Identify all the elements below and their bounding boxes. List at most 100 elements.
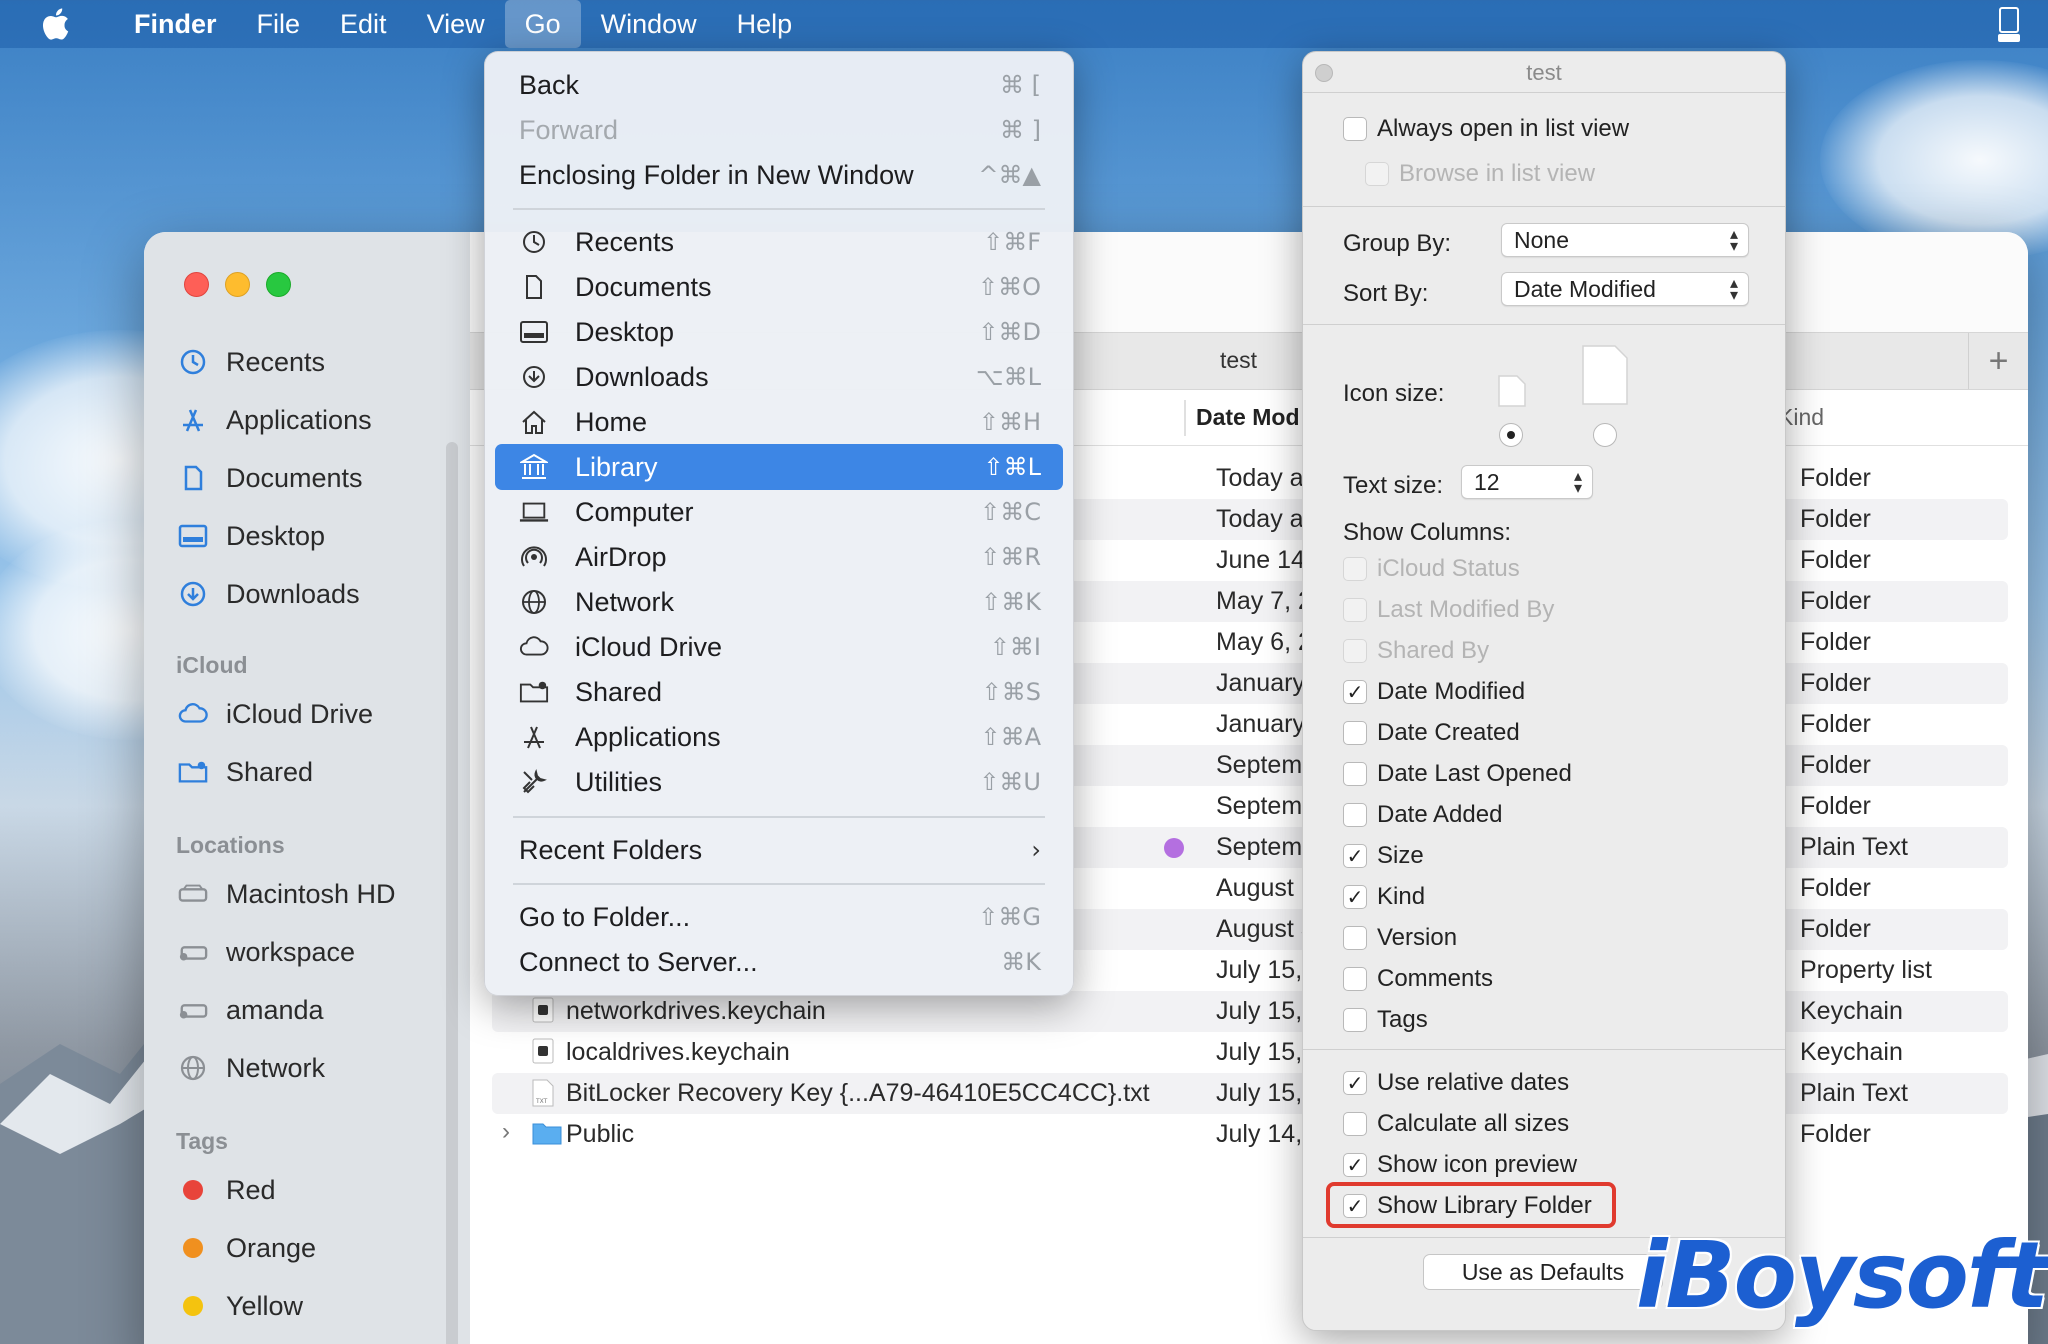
sidebar-item-tag-orange[interactable]: Orange xyxy=(178,1228,316,1268)
sidebar-item-downloads[interactable]: Downloads xyxy=(178,574,360,614)
file-date: July 15, xyxy=(1216,956,1303,984)
sidebar-item-documents[interactable]: Documents xyxy=(178,458,363,498)
new-tab-button[interactable]: + xyxy=(1968,333,2028,389)
sidebar-item-workspace[interactable]: workspace xyxy=(178,932,355,972)
close-button[interactable] xyxy=(184,272,209,297)
column-date-modified[interactable]: Date Mod xyxy=(1196,404,1300,431)
sidebar-item-macintosh-hd[interactable]: Macintosh HD xyxy=(178,874,396,914)
menu-separator xyxy=(513,208,1045,210)
menu-window[interactable]: Window xyxy=(581,0,717,48)
column-checkbox-date-modified[interactable]: ✓ Date Modified xyxy=(1343,675,1525,709)
option-checkbox-calculate-all-sizes[interactable]: Calculate all sizes xyxy=(1343,1107,1569,1141)
shortcut-label: ⌘ ] xyxy=(1000,116,1041,144)
sidebar-item-amanda[interactable]: amanda xyxy=(178,990,324,1030)
shortcut-label: ⇧⌘A xyxy=(980,723,1041,751)
column-checkbox-date-created[interactable]: Date Created xyxy=(1343,716,1520,750)
minimize-button[interactable] xyxy=(225,272,250,297)
file-date: August 1 xyxy=(1216,874,1315,902)
checkbox-label: Last Modified By xyxy=(1377,596,1555,623)
menu-item-utilities[interactable]: Utilities ⇧⌘U xyxy=(495,759,1063,805)
checkbox-label: Version xyxy=(1377,924,1458,951)
shortcut-label: ⇧⌘H xyxy=(978,408,1041,436)
menu-help[interactable]: Help xyxy=(717,0,813,48)
group-by-select[interactable]: None ▴ ▾ xyxy=(1501,223,1749,257)
file-name: localdrives.keychain xyxy=(566,1038,790,1066)
file-name: networkdrives.keychain xyxy=(566,997,826,1025)
icon-size-large-radio[interactable] xyxy=(1593,423,1617,447)
use-as-defaults-button[interactable]: Use as Defaults xyxy=(1423,1254,1663,1290)
menu-item-go-to-folder[interactable]: Go to Folder... ⇧⌘G xyxy=(495,894,1063,940)
tab-test[interactable]: test xyxy=(1220,347,1257,374)
column-checkbox-shared-by[interactable]: Shared By xyxy=(1343,634,1489,668)
menu-item-shared[interactable]: Shared ⇧⌘S xyxy=(495,669,1063,715)
menu-finder[interactable]: Finder xyxy=(114,0,237,48)
menu-item-applications[interactable]: Applications ⇧⌘A xyxy=(495,714,1063,760)
menu-item-downloads[interactable]: Downloads ⌥⌘L xyxy=(495,354,1063,400)
icon-size-small-radio[interactable] xyxy=(1499,423,1523,447)
option-checkbox-use-relative-dates[interactable]: ✓ Use relative dates xyxy=(1343,1066,1569,1100)
menu-item-network[interactable]: Network ⇧⌘K xyxy=(495,579,1063,625)
sort-by-label: Sort By: xyxy=(1343,280,1429,307)
menu-go[interactable]: Go xyxy=(504,0,581,48)
column-checkbox-size[interactable]: ✓ Size xyxy=(1343,839,1424,873)
sidebar-item-tag-yellow[interactable]: Yellow xyxy=(178,1286,303,1326)
menu-item-forward[interactable]: Forward ⌘ ] xyxy=(495,107,1063,153)
menu-item-home[interactable]: Home ⇧⌘H xyxy=(495,399,1063,445)
column-checkbox-comments[interactable]: Comments xyxy=(1343,962,1493,996)
zoom-button[interactable] xyxy=(266,272,291,297)
sidebar-item-recents[interactable]: Recents xyxy=(178,342,325,382)
download-icon xyxy=(519,362,549,392)
menu-item-icloud-drive[interactable]: iCloud Drive ⇧⌘I xyxy=(495,624,1063,670)
column-checkbox-kind[interactable]: ✓ Kind xyxy=(1343,880,1425,914)
column-checkbox-last-modified-by[interactable]: Last Modified By xyxy=(1343,593,1554,627)
sidebar-item-network[interactable]: Network xyxy=(178,1048,325,1088)
menu-item-documents[interactable]: Documents ⇧⌘O xyxy=(495,264,1063,310)
text-size-label: Text size: xyxy=(1343,472,1444,499)
option-checkbox-show-icon-preview[interactable]: ✓ Show icon preview xyxy=(1343,1148,1577,1182)
checkbox-box: ✓ xyxy=(1343,1153,1367,1177)
document-status-icon[interactable] xyxy=(1996,4,2022,44)
sidebar-item-shared[interactable]: Shared xyxy=(178,752,313,792)
text-size-select[interactable]: 12 ▴ ▾ xyxy=(1461,465,1593,499)
shortcut-label: ⇧⌘D xyxy=(978,318,1041,346)
column-checkbox-tags[interactable]: Tags xyxy=(1343,1003,1428,1037)
sidebar-item-label: Documents xyxy=(226,462,363,493)
menu-item-library[interactable]: Library ⇧⌘L xyxy=(495,444,1063,490)
menu-item-back[interactable]: Back ⌘ [ xyxy=(495,62,1063,108)
menu-item-recents[interactable]: Recents ⇧⌘F xyxy=(495,219,1063,265)
browse-list-checkbox[interactable]: Browse in list view xyxy=(1365,157,1595,191)
clock-icon xyxy=(178,347,208,377)
apple-logo-icon[interactable] xyxy=(40,8,70,40)
sort-by-select[interactable]: Date Modified ▴ ▾ xyxy=(1501,272,1749,306)
menu-edit[interactable]: Edit xyxy=(320,0,407,48)
column-checkbox-date-last-opened[interactable]: Date Last Opened xyxy=(1343,757,1572,791)
cloud-icon xyxy=(519,632,549,662)
column-checkbox-version[interactable]: Version xyxy=(1343,921,1457,955)
svg-text:TXT: TXT xyxy=(535,1098,548,1105)
sidebar-scrollbar[interactable] xyxy=(446,442,458,1344)
menu-item-connect-to-server[interactable]: Connect to Server... ⌘K xyxy=(495,939,1063,985)
checkbox-label: Size xyxy=(1377,842,1424,869)
sidebar-item-tag-red[interactable]: Red xyxy=(178,1170,276,1210)
shortcut-label: ⇧⌘S xyxy=(981,678,1041,706)
menu-item-computer[interactable]: Computer ⇧⌘C xyxy=(495,489,1063,535)
column-checkbox-icloud-status[interactable]: iCloud Status xyxy=(1343,552,1520,586)
menu-file[interactable]: File xyxy=(237,0,321,48)
menu-item-airdrop[interactable]: AirDrop ⇧⌘R xyxy=(495,534,1063,580)
sidebar-item-icloud-drive[interactable]: iCloud Drive xyxy=(178,694,373,734)
sidebar-item-applications[interactable]: Applications xyxy=(178,400,372,440)
menu-item-enclosing-folder[interactable]: Enclosing Folder in New Window ^⌘▲ xyxy=(495,152,1063,198)
sidebar-item-desktop[interactable]: Desktop xyxy=(178,516,325,556)
shortcut-label: ⌘ [ xyxy=(1000,71,1041,99)
always-open-list-checkbox[interactable]: Always open in list view xyxy=(1343,112,1629,146)
file-date: August 3 xyxy=(1216,915,1315,943)
menu-separator xyxy=(513,883,1045,885)
keychain-file-icon xyxy=(532,1038,556,1066)
file-kind: Keychain xyxy=(1800,997,1903,1025)
menu-item-desktop[interactable]: Desktop ⇧⌘D xyxy=(495,309,1063,355)
menu-item-recent-folders[interactable]: Recent Folders › xyxy=(495,827,1063,873)
column-checkbox-date-added[interactable]: Date Added xyxy=(1343,798,1502,832)
menu-view[interactable]: View xyxy=(407,0,505,48)
disclosure-chevron-icon[interactable]: › xyxy=(502,1118,510,1146)
divider xyxy=(1303,92,1785,93)
